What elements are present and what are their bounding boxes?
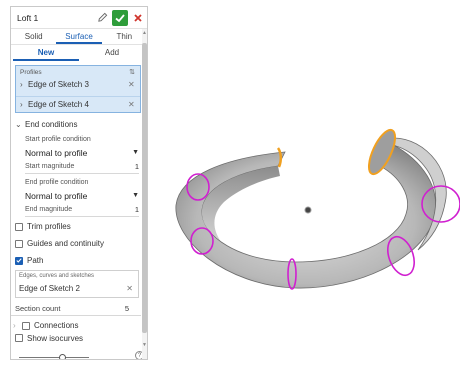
tab-new[interactable]: New (13, 45, 79, 61)
scrollbar-thumb[interactable] (142, 43, 147, 333)
profiles-field[interactable]: Profiles ⇅ › Edge of Sketch 3 ✕ › Edge o… (15, 65, 141, 113)
start-condition-label: Start profile condition (25, 136, 91, 143)
guides-checkbox[interactable]: Guides and continuity (11, 236, 147, 251)
tab-add[interactable]: Add (79, 45, 145, 61)
end-conditions-section[interactable]: ⌄ End conditions (11, 117, 147, 132)
chevron-down-icon[interactable]: ⌄ (15, 120, 25, 129)
origin-point[interactable] (304, 206, 312, 214)
operation-tabs: New Add (13, 45, 145, 61)
path-selection-field[interactable]: Edges, curves and sketches Edge of Sketc… (15, 270, 139, 298)
check-icon (115, 13, 125, 22)
accept-button[interactable] (112, 9, 128, 26)
chevron-right-icon[interactable]: › (13, 321, 22, 330)
start-magnitude-label: Start magnitude (25, 163, 75, 170)
start-magnitude-value: 1 (134, 162, 139, 171)
profile-item-label: Edge of Sketch 3 (28, 80, 89, 89)
checkbox-icon[interactable] (15, 334, 23, 342)
remove-icon[interactable]: ✕ (126, 284, 133, 293)
guides-label: Guides and continuity (27, 239, 104, 248)
section-count-value: 5 (124, 304, 129, 313)
slider-handle[interactable] (59, 354, 66, 359)
pencil-icon[interactable] (95, 11, 109, 25)
loft-type-tabs: Solid Surface Thin (11, 29, 147, 45)
path-selection-value: Edge of Sketch 2 (19, 284, 80, 293)
graphics-viewport[interactable] (150, 0, 460, 365)
end-magnitude-label: End magnitude (25, 206, 73, 213)
tab-solid[interactable]: Solid (11, 29, 56, 44)
path-checkbox[interactable]: Path (11, 253, 147, 268)
start-magnitude-field[interactable]: Start magnitude 1 (25, 160, 139, 174)
end-condition-label: End profile condition (25, 179, 89, 186)
chevron-down-icon: ▼ (132, 149, 139, 156)
end-conditions-label: End conditions (25, 120, 78, 129)
dialog-header: Loft 1 (11, 7, 147, 29)
end-condition-select[interactable]: Normal to profile ▼ (25, 188, 139, 203)
profile-item-label: Edge of Sketch 4 (28, 99, 89, 109)
tab-surface[interactable]: Surface (56, 29, 102, 44)
checkbox-checked-icon[interactable] (15, 256, 23, 265)
start-condition-select[interactable]: Normal to profile ▼ (25, 145, 139, 160)
profile-item[interactable]: › Edge of Sketch 4 ✕ (16, 96, 140, 111)
isocurve-slider[interactable] (19, 354, 89, 359)
path-label: Path (27, 256, 44, 265)
feature-dialog: Loft 1 Solid Surface Thin New Add Profil… (10, 6, 148, 360)
profile-item[interactable]: › Edge of Sketch 3 ✕ (16, 77, 140, 92)
profiles-label: Profiles (20, 69, 42, 76)
section-count-field[interactable]: Section count 5 (11, 302, 141, 316)
remove-icon[interactable]: ✕ (128, 80, 140, 89)
trim-profiles-label: Trim profiles (27, 222, 71, 231)
chevron-right-icon[interactable]: › (20, 80, 28, 89)
end-magnitude-value: 1 (134, 205, 139, 214)
sort-icon[interactable]: ⇅ (129, 68, 135, 76)
start-condition-value: Normal to profile (25, 147, 88, 158)
checkbox-icon[interactable] (15, 222, 23, 231)
chevron-down-icon: ▼ (132, 192, 139, 199)
show-isocurves-checkbox[interactable]: Show isocurves (11, 334, 147, 343)
connections-row[interactable]: › Connections (11, 318, 147, 333)
show-isocurves-label: Show isocurves (27, 334, 84, 343)
close-icon (134, 13, 142, 22)
end-magnitude-field[interactable]: End magnitude 1 (25, 203, 139, 217)
path-selection-label: Edges, curves and sketches (19, 273, 95, 279)
chevron-right-icon[interactable]: › (20, 100, 28, 109)
checkbox-icon[interactable] (22, 321, 30, 330)
tab-thin[interactable]: Thin (102, 29, 147, 44)
remove-icon[interactable]: ✕ (128, 100, 140, 109)
connections-label: Connections (34, 321, 79, 330)
scroll-up-icon[interactable]: ▲ (142, 30, 147, 36)
end-condition-value: Normal to profile (25, 190, 88, 201)
slider-track (19, 357, 89, 358)
lofted-surface-model[interactable] (150, 0, 460, 365)
section-count-label: Section count (15, 304, 61, 313)
trim-profiles-checkbox[interactable]: Trim profiles (11, 219, 147, 234)
feature-title[interactable]: Loft 1 (17, 13, 95, 23)
cancel-button[interactable] (132, 11, 144, 25)
scrollbar[interactable] (142, 29, 147, 359)
checkbox-icon[interactable] (15, 239, 23, 248)
scroll-down-icon[interactable]: ▼ (142, 342, 147, 348)
